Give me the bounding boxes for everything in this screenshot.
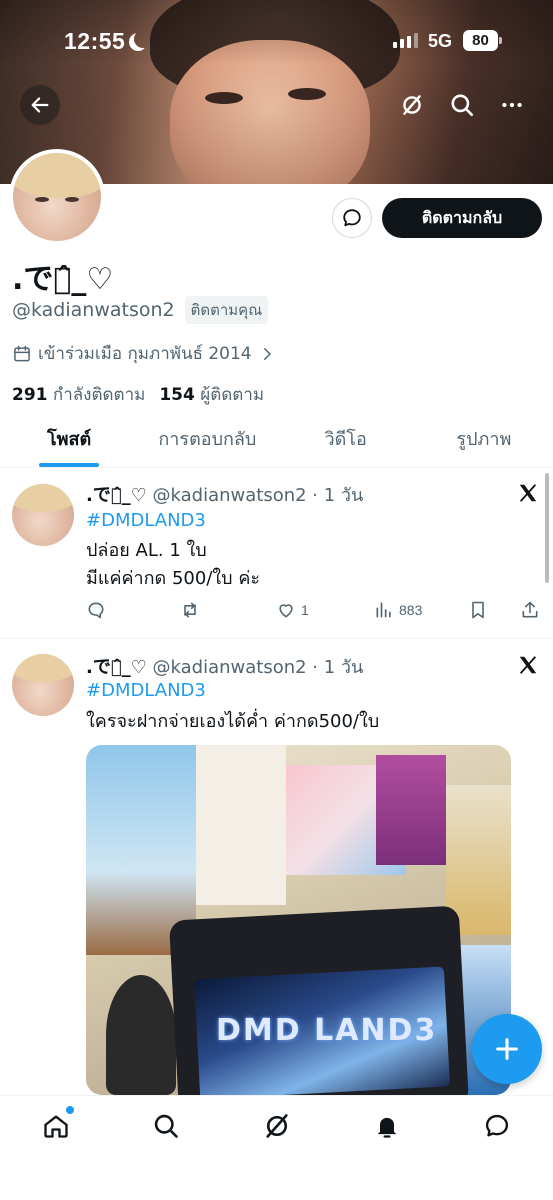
nav-search[interactable] (150, 1110, 182, 1142)
search-icon (154, 1114, 178, 1138)
reply-icon (88, 602, 104, 619)
scrollbar[interactable] (545, 473, 549, 583)
tweet-avatar[interactable] (12, 654, 74, 716)
bookmark-icon (472, 601, 484, 619)
plus-icon (496, 1038, 518, 1060)
following-label: กำลังติดตาม (52, 385, 146, 405)
views-button[interactable]: 883 (374, 600, 422, 620)
more-icon[interactable] (499, 92, 525, 118)
compose-button[interactable] (472, 1014, 542, 1084)
follow-counts: 291 กำลังติดตาม 154 ผู้ติดตาม (12, 381, 264, 408)
search-icon[interactable] (449, 92, 475, 118)
signal-icon (393, 33, 418, 48)
tweet-media-image[interactable]: DMD LAND3 (86, 745, 511, 1095)
like-count: 1 (301, 602, 309, 618)
followers-count: 154 (159, 385, 195, 405)
tweet-header: .です̂_♡ @kadianwatson2 · 1 วัน (86, 480, 363, 509)
follow-back-button[interactable]: ติดตามกลับ (382, 198, 542, 238)
bell-icon (377, 1117, 397, 1138)
nav-notifications[interactable] (371, 1110, 403, 1142)
battery-icon: 80 (463, 30, 502, 51)
bottom-nav (0, 1095, 553, 1200)
tweet-card[interactable]: .です̂_♡ @kadianwatson2 · 1 วัน #DMDLAND3 … (0, 480, 553, 638)
tab-photos[interactable]: รูปภาพ (415, 418, 553, 467)
chat-bubble-icon (485, 1114, 509, 1137)
tab-posts[interactable]: โพสต์ (0, 418, 138, 467)
media-logo-text: DMD LAND3 (216, 1013, 438, 1048)
share-icon (522, 601, 538, 618)
tweet-hashtag[interactable]: #DMDLAND3 (86, 680, 206, 701)
message-button[interactable] (332, 198, 372, 238)
tweet-text: ปล่อย AL. 1 ใบ มีแค่ค่ากด 500/ใบ ค่ะ (86, 537, 260, 593)
back-button[interactable] (20, 85, 60, 125)
tablet-photo (168, 905, 470, 1095)
arrow-left-icon (31, 97, 49, 113)
following-count: 291 (12, 385, 48, 405)
tab-replies[interactable]: การตอบกลับ (138, 418, 276, 467)
grok-icon (266, 1114, 288, 1138)
nav-messages[interactable] (481, 1110, 513, 1142)
tweet-meta: @kadianwatson2 · 1 วัน (152, 657, 364, 678)
following-link[interactable]: 291 กำลังติดตาม (12, 381, 145, 408)
reply-button[interactable] (86, 600, 106, 620)
chevron-right-icon (263, 347, 271, 360)
grok-icon[interactable] (399, 92, 425, 118)
profile-avatar[interactable] (9, 149, 105, 245)
joined-label: เข้าร่วมเมือ กุมภาพันธ์ 2014 (38, 344, 252, 364)
views-chart-icon (376, 602, 391, 618)
chat-bubble-icon (343, 209, 361, 227)
follows-you-badge: ติดตามคุณ (184, 296, 269, 324)
repost-icon (184, 602, 196, 618)
share-button[interactable] (520, 600, 540, 620)
tweet-divider (0, 638, 553, 639)
followers-link[interactable]: 154 ผู้ติดตาม (159, 381, 264, 408)
profile-tabs: โพสต์ การตอบกลับ วิดีโอ รูปภาพ (0, 418, 553, 468)
bookmark-button[interactable] (468, 600, 488, 620)
status-bar: 12:55 5G 80 (0, 28, 553, 58)
tweet-hashtag[interactable]: #DMDLAND3 (86, 510, 206, 531)
tweet-avatar[interactable] (12, 484, 74, 546)
nav-grok[interactable] (261, 1110, 293, 1142)
x-logo-icon (519, 484, 537, 502)
display-name: .です̂_♡ (12, 262, 114, 297)
tweet-author: .です̂_♡ (86, 485, 147, 506)
network-label: 5G (428, 31, 453, 51)
repost-button[interactable] (180, 600, 200, 620)
heart-icon (279, 604, 293, 618)
notification-dot (66, 1106, 74, 1114)
tweet-actions: 1 883 (84, 600, 544, 624)
joined-date[interactable]: เข้าร่วมเมือ กุมภาพันธ์ 2014 (12, 340, 276, 367)
status-time: 12:55 (64, 28, 126, 54)
nav-home[interactable] (40, 1106, 74, 1142)
tweet-text: ใครจะฝากจ่ายเองได้ค่ำ ค่ากด500/ใบ (86, 708, 379, 736)
home-icon (44, 1115, 68, 1138)
tab-videos[interactable]: วิดีโอ (277, 418, 415, 467)
calendar-icon (14, 345, 30, 361)
x-logo-icon (519, 656, 537, 674)
tweet-line: ปล่อย AL. 1 ใบ (86, 540, 207, 561)
profile-handle: @kadianwatson2 (12, 299, 175, 321)
handle-row: @kadianwatson2 ติดตามคุณ (12, 296, 269, 324)
view-count: 883 (399, 602, 423, 618)
tweet-header: .です̂_♡ @kadianwatson2 · 1 วัน (86, 652, 363, 681)
followers-label: ผู้ติดตาม (200, 385, 265, 405)
tweet-meta: @kadianwatson2 · 1 วัน (152, 485, 364, 506)
tweet-author: .です̂_♡ (86, 657, 147, 678)
tweet-line: ใครจะฝากจ่ายเองได้ค่ำ ค่ากด500/ใบ (86, 711, 380, 732)
moon-icon (134, 30, 152, 48)
like-button[interactable]: 1 (276, 600, 309, 620)
tweet-line: มีแค่ค่ากด 500/ใบ ค่ะ (86, 568, 261, 589)
